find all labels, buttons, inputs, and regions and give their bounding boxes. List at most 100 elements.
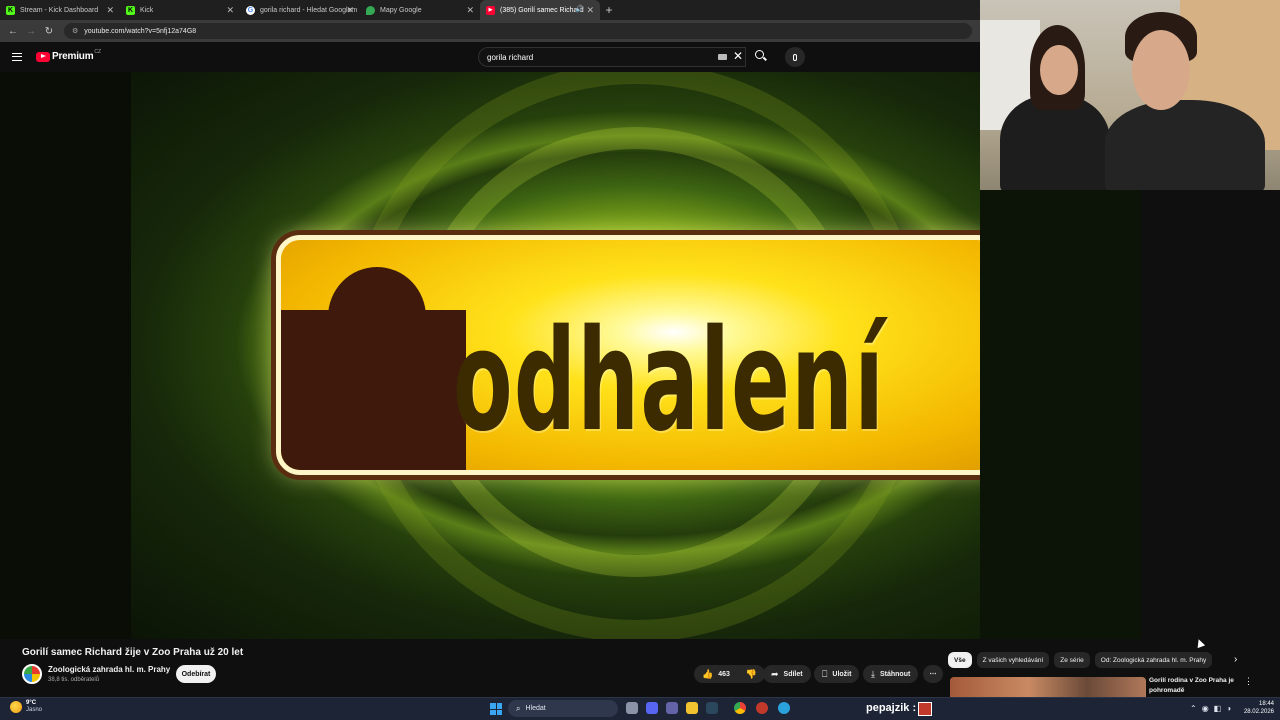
channel-avatar[interactable]: [22, 664, 42, 684]
share-label: Sdílet: [783, 670, 803, 678]
tab-youtube-video[interactable]: ▶ (385) Gorilí samec Richard 🔊 ✕: [480, 0, 600, 20]
keyboard-icon[interactable]: [718, 54, 727, 60]
tab-kick-dashboard[interactable]: K Stream - Kick Dashboard ✕: [0, 0, 120, 20]
search-icon: ⌕: [516, 703, 521, 713]
youtube-icon: ▶: [486, 5, 495, 15]
discord-icon[interactable]: [646, 702, 658, 714]
video-frame-edge: [980, 190, 1141, 639]
system-tray-icons[interactable]: ⌃◉◧◑: [1190, 704, 1236, 713]
tab-google-search[interactable]: G gorila richard - Hledat Googlem ✕: [240, 0, 360, 20]
subscribe-button[interactable]: Odebírat: [176, 665, 216, 683]
download-button[interactable]: ⤓ Stáhnout: [863, 665, 919, 683]
task-view-icon[interactable]: [626, 702, 638, 714]
video-player[interactable]: odhalení: [0, 72, 980, 639]
speaker-icon[interactable]: 🔊: [575, 5, 584, 13]
more-options-icon[interactable]: ⋮: [1244, 676, 1253, 687]
more-icon: ⋯: [929, 671, 937, 678]
taskbar-search-field[interactable]: ⌕ Hledat: [508, 700, 618, 717]
webcam-face-right: [1132, 30, 1190, 110]
clear-search-icon[interactable]: ✕: [733, 49, 743, 63]
stream-overlay-name: pepajzik :: [866, 702, 917, 714]
recommended-video-thumbnail[interactable]: [950, 677, 1146, 697]
save-label: Uložit: [832, 670, 852, 678]
address-bar-row: ← → ↻ ⚙ youtube.com/watch?v=5nfj12a74G8: [0, 20, 980, 42]
new-tab-button[interactable]: +: [600, 3, 618, 17]
country-code: CZ: [94, 48, 102, 55]
kick-icon: K: [126, 5, 135, 15]
tab-label: Kick: [140, 6, 154, 14]
file-explorer-icon[interactable]: [686, 702, 698, 714]
app-icon[interactable]: [756, 702, 768, 714]
chip-from-channel[interactable]: Od: Zoologická zahrada hl. m. Prahy: [1094, 652, 1213, 668]
weather-sun-icon: [10, 701, 22, 713]
related-filter-chips: Vše Z vašich vyhledávání Ze série Od: Zo…: [948, 650, 1280, 670]
taskbar-search-label: Hledat: [525, 705, 546, 712]
chip-from-series[interactable]: Ze série: [1054, 652, 1090, 668]
share-icon: ➦: [771, 668, 779, 679]
tab-label: Stream - Kick Dashboard: [20, 6, 99, 14]
hamburger-menu-icon[interactable]: [12, 53, 22, 61]
logo-head-silhouette: [328, 267, 426, 367]
clock-date: 28.02.2026: [1243, 709, 1274, 715]
subscriber-count: 38,8 tis. odběratelů: [48, 677, 100, 683]
tab-google-maps[interactable]: Mapy Google ✕: [360, 0, 480, 20]
recommended-video-title[interactable]: Gorilí rodina v Zoo Praha je pohromadě: [1149, 676, 1243, 696]
like-dislike-group: 👍 463 👎: [694, 665, 765, 683]
search-query: gorila richard: [487, 52, 534, 62]
youtube-logo[interactable]: Premium CZ: [36, 48, 102, 62]
dislike-button[interactable]: 👎: [738, 665, 765, 683]
webcam-face-left: [1040, 45, 1078, 95]
browser-tab-strip: K Stream - Kick Dashboard ✕ K Kick ✕ G g…: [0, 0, 980, 20]
youtube-logo-text: Premium: [52, 51, 94, 62]
search-input[interactable]: gorila richard: [478, 47, 746, 67]
windows-taskbar: 9°C Jasno ⌕ Hledat ⌃◉◧◑ 18:44 28.02.2026: [0, 697, 1280, 720]
thumbs-down-icon: 👎: [745, 668, 758, 679]
kick-icon: K: [6, 5, 15, 15]
search-icon[interactable]: [755, 50, 764, 59]
weather-widget[interactable]: 9°C Jasno: [10, 700, 42, 714]
more-actions-button[interactable]: ⋯: [923, 665, 943, 683]
share-button[interactable]: ➦ Sdílet: [763, 665, 811, 683]
close-tab-icon[interactable]: ✕: [346, 5, 354, 16]
channel-name[interactable]: Zoologická zahrada hl. m. Prahy: [48, 665, 170, 674]
voice-search-button[interactable]: [785, 47, 805, 67]
like-button[interactable]: 👍 463: [694, 665, 738, 683]
download-label: Stáhnout: [879, 670, 911, 678]
download-icon: ⤓: [871, 668, 875, 679]
chip-from-searches[interactable]: Z vašich vyhledávání: [976, 652, 1050, 668]
chrome-icon[interactable]: [734, 702, 746, 714]
site-info-icon[interactable]: ⚙: [72, 27, 78, 35]
tab-label: Mapy Google: [380, 6, 422, 14]
weather-temp: 9°C: [26, 700, 37, 706]
teams-icon[interactable]: [666, 702, 678, 714]
webcam-person-right: [1105, 100, 1265, 190]
back-icon[interactable]: ←: [4, 26, 22, 37]
forward-icon[interactable]: →: [22, 26, 40, 37]
youtube-play-icon: [36, 51, 50, 62]
url-field[interactable]: ⚙ youtube.com/watch?v=5nfj12a74G8: [64, 23, 972, 39]
odhaleni-logo: odhalení: [276, 235, 980, 475]
close-tab-icon[interactable]: ✕: [466, 5, 474, 16]
url-text: youtube.com/watch?v=5nfj12a74G8: [84, 27, 197, 35]
clock-time: 18:44: [1258, 701, 1274, 707]
tab-label: gorila richard - Hledat Googlem: [260, 6, 358, 14]
close-tab-icon[interactable]: ✕: [226, 5, 234, 16]
save-button[interactable]: ⎕ Uložit: [814, 665, 860, 683]
chip-all[interactable]: Vše: [948, 652, 972, 668]
close-tab-icon[interactable]: ✕: [106, 5, 114, 16]
close-tab-icon[interactable]: ✕: [586, 5, 594, 16]
telegram-icon[interactable]: [778, 702, 790, 714]
mic-icon: [793, 53, 797, 61]
bookmark-icon: ⎕: [822, 668, 828, 679]
steam-icon[interactable]: [706, 702, 718, 714]
chevron-right-icon[interactable]: ›: [1234, 654, 1237, 665]
taskbar-clock[interactable]: 18:44 28.02.2026: [1238, 700, 1274, 716]
logo-word: odhalení: [453, 300, 886, 463]
windows-start-icon[interactable]: [490, 703, 502, 715]
reload-icon[interactable]: ↻: [40, 26, 58, 37]
thumbs-up-icon: 👍: [702, 668, 714, 679]
webcam-overlay: [980, 0, 1280, 190]
tab-kick[interactable]: K Kick ✕: [120, 0, 240, 20]
youtube-header: Premium CZ gorila richard ✕: [0, 42, 980, 72]
video-frame: odhalení: [131, 72, 980, 639]
